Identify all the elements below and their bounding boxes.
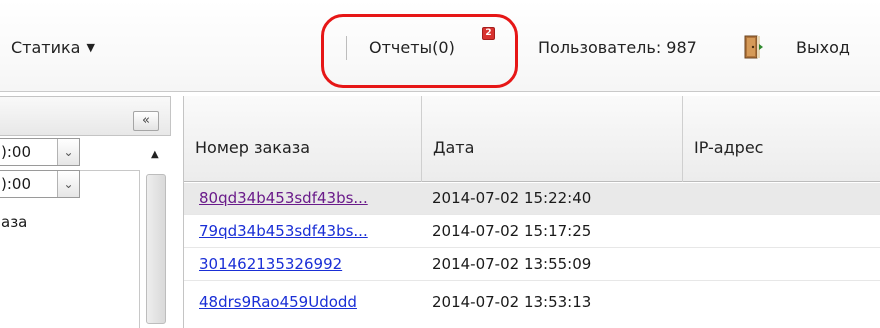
order-number-link[interactable]: 301462135326992 bbox=[199, 255, 342, 273]
time-to-select[interactable]: ):00 ⌄ bbox=[0, 170, 80, 198]
statika-menu[interactable]: Статика ▼ bbox=[11, 38, 95, 58]
table-row[interactable]: 48drs9Rao459Udodd 2014-07-02 13:53:13 bbox=[184, 282, 880, 328]
column-header-label: Номер заказа bbox=[195, 138, 311, 157]
chevron-down-icon: ▼ bbox=[86, 41, 95, 54]
collapse-panel-button[interactable]: « bbox=[133, 111, 159, 131]
toolbar-separator bbox=[346, 36, 347, 60]
table-row[interactable]: 79qd34b453sdf43bs... 2014-07-02 15:17:25 bbox=[184, 216, 880, 248]
scroll-up-arrow-icon[interactable]: ▲ bbox=[151, 149, 159, 160]
column-header-label: Дата bbox=[433, 138, 475, 157]
reports-notification-badge: 2 bbox=[482, 27, 495, 40]
column-header-label: IP-адрес bbox=[694, 138, 764, 157]
panel-scrollbar[interactable] bbox=[146, 174, 166, 324]
user-label: Пользователь: 987 bbox=[538, 38, 697, 57]
column-header-date[interactable]: Дата bbox=[422, 96, 683, 182]
filter-panel-header: « bbox=[0, 96, 171, 136]
time-from-select[interactable]: ):00 ⌄ bbox=[0, 138, 80, 166]
order-number-link[interactable]: 79qd34b453sdf43bs... bbox=[199, 222, 368, 240]
double-chevron-left-icon: « bbox=[142, 113, 150, 128]
order-number-link[interactable]: 48drs9Rao459Udodd bbox=[199, 293, 357, 311]
top-toolbar: Статика ▼ Отчеты(0) 2 Пользователь: 987 В… bbox=[0, 0, 880, 92]
time-to-value: ):00 bbox=[1, 175, 31, 193]
exit-door-icon[interactable] bbox=[740, 35, 764, 59]
order-date: 2014-07-02 15:17:25 bbox=[432, 222, 592, 240]
column-header-order-number[interactable]: Номер заказа bbox=[184, 96, 422, 182]
order-date: 2014-07-02 13:55:09 bbox=[432, 255, 592, 273]
statika-menu-label: Статика bbox=[11, 38, 81, 57]
orders-grid: Номер заказа Дата IP-адрес 80qd34b453sdf… bbox=[183, 96, 880, 328]
logout-link[interactable]: Выход bbox=[796, 38, 850, 58]
grid-header: Номер заказа Дата IP-адрес bbox=[184, 96, 880, 182]
dropdown-arrow-icon[interactable]: ⌄ bbox=[57, 139, 79, 165]
order-field-label: аза bbox=[1, 213, 28, 231]
table-row[interactable]: 80qd34b453sdf43bs... 2014-07-02 15:22:40 bbox=[184, 183, 880, 215]
dropdown-arrow-icon[interactable]: ⌄ bbox=[57, 171, 79, 197]
reports-label: Отчеты(0) bbox=[369, 38, 455, 57]
filter-panel: « ▲ bbox=[0, 92, 171, 328]
order-date: 2014-07-02 13:53:13 bbox=[432, 293, 592, 311]
order-date: 2014-07-02 15:22:40 bbox=[432, 189, 592, 207]
table-row[interactable]: 301462135326992 2014-07-02 13:55:09 bbox=[184, 249, 880, 281]
column-header-ip-address[interactable]: IP-адрес bbox=[683, 96, 880, 182]
reports-button[interactable]: Отчеты(0) bbox=[369, 38, 455, 58]
order-number-link[interactable]: 80qd34b453sdf43bs... bbox=[199, 189, 368, 207]
time-from-value: ):00 bbox=[1, 143, 31, 161]
